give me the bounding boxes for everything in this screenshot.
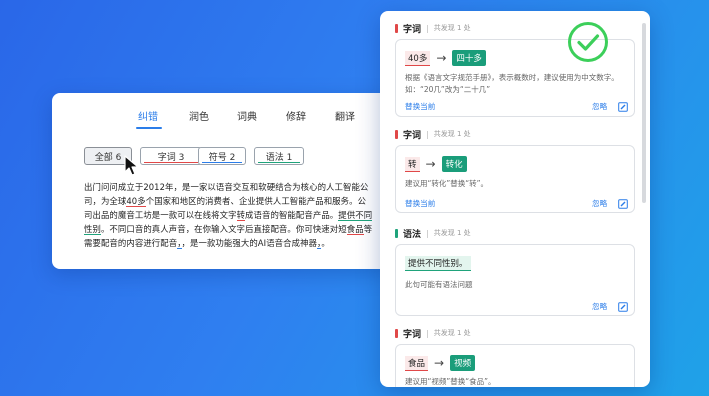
original-text: 提供不同性别。 (405, 255, 471, 271)
filter-grammar-button[interactable]: 语法 1 (254, 147, 304, 165)
error-highlight-40duo[interactable]: 40多 (126, 196, 146, 207)
correction-row: 40多 → 四十多 (405, 50, 486, 66)
result-card: 提供不同性别。 此句可能有语法问题 忽略 (395, 244, 635, 316)
category-marker (395, 129, 398, 139)
function-tabs: 纠错 润色 词典 修辞 翻译 笔记 (52, 93, 404, 133)
active-tab-indicator (136, 127, 162, 129)
editor-card: 纠错 润色 词典 修辞 翻译 笔记 全部 6 字词 3 符号 2 语法 1 出门… (52, 93, 404, 269)
mouse-pointer-icon (124, 155, 139, 176)
category-label: 字词 (403, 329, 422, 340)
results-panel[interactable]: 字词 | 共发现 1 处 40多 → 四十多 根据《语言文字规范手册》，表示概数… (380, 11, 650, 387)
text-segment: 。 (321, 238, 330, 248)
replace-current-link[interactable]: 替换当前 (405, 101, 435, 112)
category-marker (395, 228, 398, 238)
arrow-right-icon: → (425, 157, 436, 171)
document-text[interactable]: 出门问问成立于2012年，是一家以语音交互和软硬结合为核心的人工智能公司，为全球… (84, 180, 374, 250)
original-text: 40多 (405, 50, 431, 66)
result-header: 字词 | 共发现 1 处 (395, 21, 471, 35)
issue-count: 共发现 1 处 (433, 329, 471, 337)
tab-correction[interactable]: 纠错 (138, 108, 158, 123)
result-description: 建议用“转化”替换“转”。 (405, 179, 489, 188)
tab-translate[interactable]: 翻译 (335, 108, 355, 123)
separator: | (426, 328, 429, 338)
arrow-right-icon: → (436, 51, 447, 65)
separator: | (426, 23, 429, 33)
suggestion-button[interactable]: 转化 (441, 156, 467, 172)
ignore-link[interactable]: 忽略 (592, 301, 607, 312)
original-text: 食品 (405, 355, 429, 371)
result-description: 此句可能有语法问题 (405, 280, 473, 289)
correction-row: 转 → 转化 (405, 156, 467, 172)
text-segment: ，是一款功能强大的AI语音合成神器 (181, 238, 318, 248)
tab-polish[interactable]: 润色 (189, 108, 209, 123)
text-segment: 成语音的智能配音产品。 (245, 210, 339, 220)
feedback-note-icon[interactable] (618, 102, 628, 112)
error-highlight-zhuan[interactable]: 转 (236, 210, 246, 221)
result-description: 根据《语言文字规范手册》，表示概数时，建议使用为中文数字。如：“20几”改为“二… (405, 73, 619, 94)
result-header: 字词 | 共发现 1 处 (395, 127, 471, 141)
feedback-note-icon[interactable] (618, 302, 628, 312)
filter-symbols-button[interactable]: 符号 2 (198, 147, 246, 165)
suggestion-button[interactable]: 视频 (450, 355, 476, 371)
arrow-right-icon: → (434, 356, 445, 370)
tab-rhetoric[interactable]: 修辞 (286, 108, 306, 123)
category-label: 语法 (403, 229, 422, 240)
result-header: 字词 | 共发现 1 处 (395, 326, 471, 340)
filter-all-label: 全部 6 (94, 152, 122, 163)
check-circle-icon (568, 22, 608, 62)
category-label: 字词 (403, 130, 422, 141)
tab-dictionary[interactable]: 词典 (237, 108, 257, 123)
category-marker (395, 328, 398, 338)
original-text: 转 (405, 156, 420, 172)
ignore-link[interactable]: 忽略 (592, 101, 607, 112)
result-header: 语法 | 共发现 1 处 (395, 226, 471, 240)
result-description: 建议用“视频”替换“食品”。 (405, 377, 496, 386)
category-label: 字词 (403, 24, 422, 35)
correction-row: 食品 → 视频 (405, 355, 476, 371)
replace-current-link[interactable]: 替换当前 (405, 198, 435, 209)
issue-count: 共发现 1 处 (433, 24, 471, 32)
issue-count: 共发现 1 处 (433, 130, 471, 138)
filter-words-button[interactable]: 字词 3 (140, 147, 202, 165)
ignore-link[interactable]: 忽略 (592, 198, 607, 209)
filter-symbols-color-bar (202, 161, 242, 163)
category-marker (395, 23, 398, 33)
issue-count: 共发现 1 处 (433, 229, 471, 237)
error-highlight-shipin[interactable]: 食品 (346, 224, 364, 235)
filter-words-color-bar (144, 161, 198, 163)
result-card: 食品 → 视频 建议用“视频”替换“食品”。 (395, 344, 635, 387)
separator: | (426, 129, 429, 139)
filter-grammar-color-bar (258, 161, 300, 163)
separator: | (426, 228, 429, 238)
panel-scrollbar[interactable] (642, 23, 646, 203)
feedback-note-icon[interactable] (618, 199, 628, 209)
text-segment: 。不同口音的真人声音，在你输入文字后直接配音。你可快速对短 (100, 224, 347, 234)
correction-row: 提供不同性别。 (405, 255, 471, 271)
suggestion-button[interactable]: 四十多 (452, 50, 486, 66)
result-card: 转 → 转化 建议用“转化”替换“转”。 替换当前 忽略 (395, 145, 635, 213)
